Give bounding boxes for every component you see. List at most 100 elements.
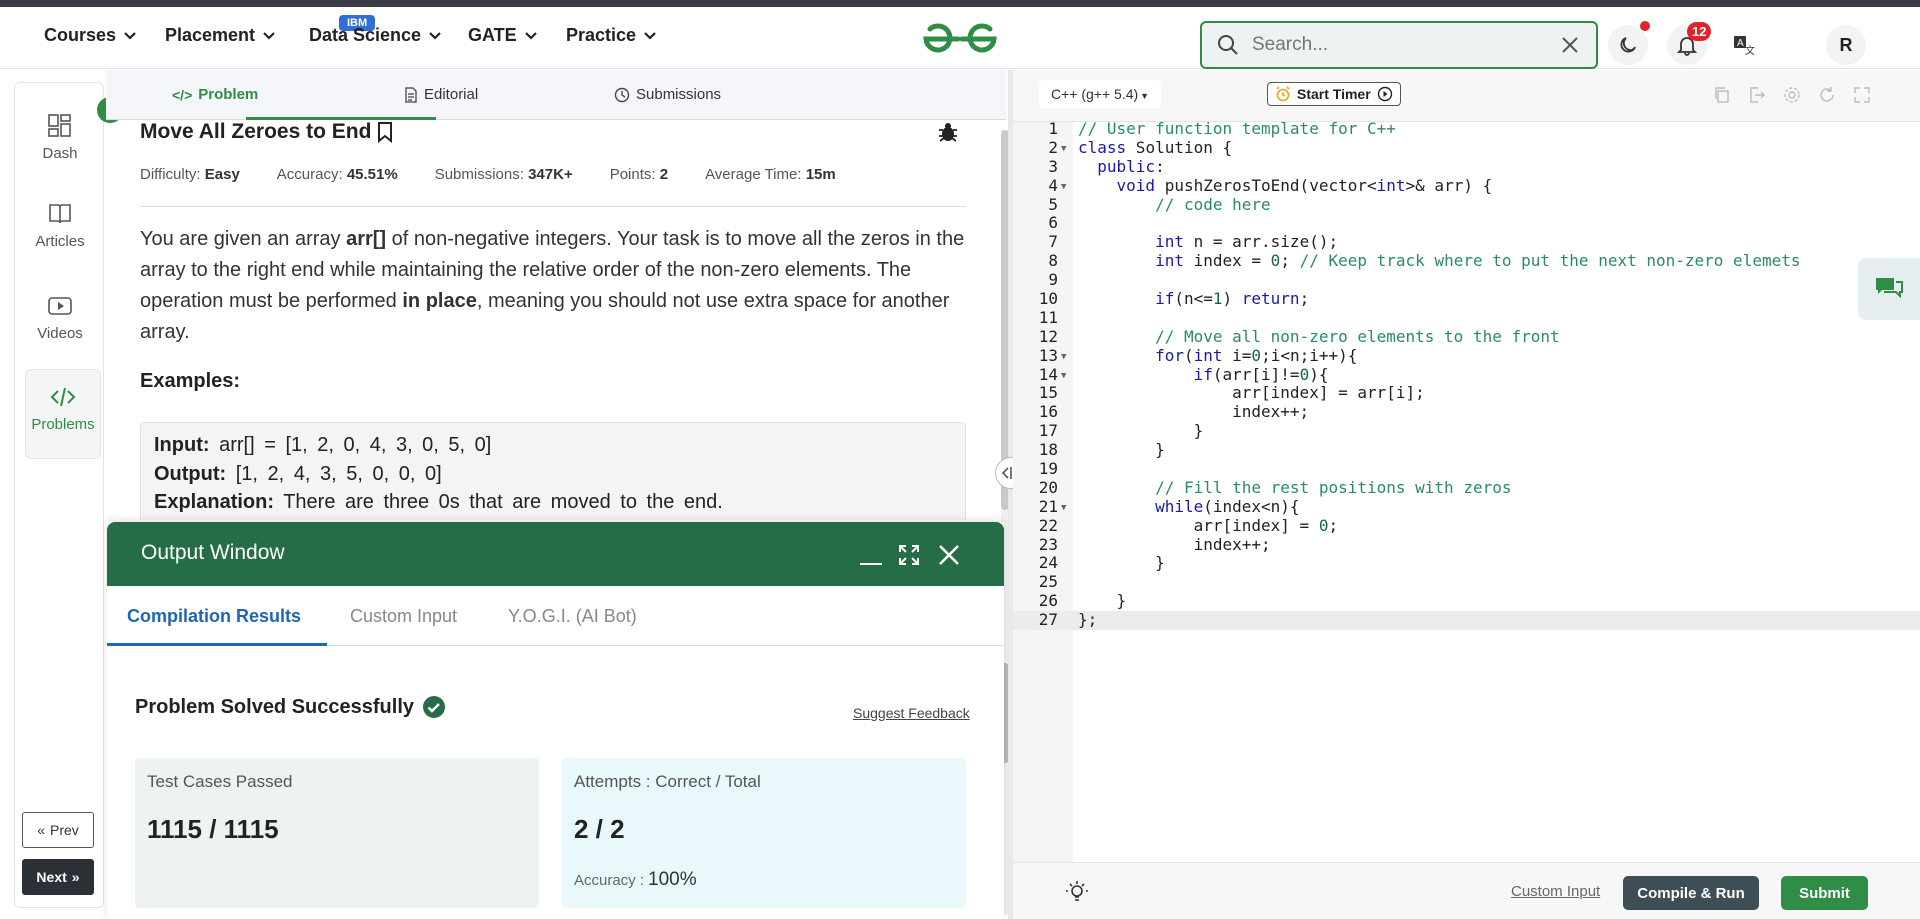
clear-search-icon[interactable] xyxy=(1560,35,1580,55)
timer-label: Start Timer xyxy=(1297,86,1371,102)
code-line[interactable]: 24 } xyxy=(1013,554,1920,573)
code-line[interactable]: 12 // Move all non-zero elements to the … xyxy=(1013,327,1920,347)
code-line[interactable]: 14 ▼ if(arr[i]!=0){ xyxy=(1013,365,1920,386)
nav-practice[interactable]: Practice xyxy=(566,25,656,46)
line-number: 8 xyxy=(1048,251,1058,271)
code-line[interactable]: 22 arr[index] = 0; xyxy=(1013,515,1920,536)
code-line[interactable]: 10 if(n<=1) return; xyxy=(1013,289,1920,309)
line-number: 23 xyxy=(1038,534,1058,554)
sidebar-item-articles[interactable]: Articles xyxy=(15,201,105,250)
example-label: Explanation: xyxy=(154,491,275,513)
nav-placement[interactable]: Placement xyxy=(165,25,275,46)
fold-arrow-icon[interactable]: ▼ xyxy=(1061,178,1066,197)
attempts-card: Attempts : Correct / Total 2 / 2 Accurac… xyxy=(562,758,966,908)
line-number: 15 xyxy=(1038,383,1058,403)
code-line[interactable]: 4 ▼ void pushZerosToEnd(vector<int>& arr)… xyxy=(1013,176,1920,197)
tab-submissions[interactable]: Submissions xyxy=(614,86,721,103)
notification-count: 12 xyxy=(1687,22,1712,41)
reset-icon[interactable] xyxy=(1818,86,1836,104)
dark-mode-toggle[interactable] xyxy=(1608,25,1648,65)
code-line[interactable]: 25 xyxy=(1013,572,1920,592)
example-label: Input: xyxy=(154,434,210,456)
fold-arrow-icon[interactable]: ▼ xyxy=(1061,140,1066,159)
sidebar-item-problems[interactable]: Problems xyxy=(25,369,101,459)
tab-custom-input[interactable]: Custom Input xyxy=(350,606,457,627)
code-line[interactable]: 2 ▼ class Solution { xyxy=(1013,138,1920,159)
code-editor[interactable]: 1// User function template for C++ 2 ▼ clas… xyxy=(1013,119,1920,862)
meta-points: Points: 2 xyxy=(610,166,668,183)
compile-run-button[interactable]: Compile & Run xyxy=(1623,876,1759,910)
meta-average-time: Average Time: 15m xyxy=(705,166,836,183)
line-number: 20 xyxy=(1038,477,1058,497)
line-text: } xyxy=(1078,553,1165,573)
start-timer-button[interactable]: Start Timer xyxy=(1267,82,1401,106)
problem-meta: Difficulty: Easy Accuracy: 45.51% Submis… xyxy=(140,166,836,183)
search-input[interactable] xyxy=(1252,34,1552,56)
code-line[interactable]: 11 xyxy=(1013,308,1920,328)
suggest-feedback-link[interactable]: Suggest Feedback xyxy=(853,705,970,721)
lightbulb-icon[interactable] xyxy=(1065,880,1089,904)
sidebar-label: Videos xyxy=(37,325,83,342)
code-line[interactable]: 17 } xyxy=(1013,421,1920,441)
meta-value: 45.51% xyxy=(346,166,398,183)
tab-yogi-ai-bot[interactable]: Y.O.G.I. (AI Bot) xyxy=(508,606,637,627)
line-number: 27 xyxy=(1038,610,1058,630)
nav-data-science[interactable]: Data Science xyxy=(309,25,441,46)
minimize-icon[interactable] xyxy=(859,546,883,566)
code-line[interactable]: 18 } xyxy=(1013,440,1920,460)
code-line[interactable]: 8 int index = 0; // Keep track where to … xyxy=(1013,251,1920,271)
examples-heading: Examples: xyxy=(140,370,241,392)
export-icon[interactable] xyxy=(1748,86,1766,104)
code-line[interactable]: 13 ▼ for(int i=0;i<n;i++){ xyxy=(1013,346,1920,367)
tab-problem[interactable]: </> Problem xyxy=(172,86,258,103)
settings-icon[interactable] xyxy=(1783,86,1801,104)
line-number: 22 xyxy=(1038,515,1058,535)
code-line[interactable]: 7 int n = arr.size(); xyxy=(1013,232,1920,252)
maximize-icon[interactable] xyxy=(898,544,920,566)
close-icon[interactable] xyxy=(938,544,960,566)
translate-button[interactable]: A文 xyxy=(1724,25,1764,65)
code-line[interactable]: 5 // code here xyxy=(1013,195,1920,215)
bug-report-icon[interactable] xyxy=(936,120,960,144)
line-number: 25 xyxy=(1038,572,1058,592)
submit-button[interactable]: Submit xyxy=(1781,876,1868,910)
user-avatar[interactable]: R xyxy=(1826,25,1866,65)
next-button[interactable]: Next» xyxy=(22,859,94,895)
fold-arrow-icon[interactable]: ▼ xyxy=(1061,348,1066,367)
tab-compilation-results[interactable]: Compilation Results xyxy=(127,606,301,627)
code-line[interactable]: 20 // Fill the rest positions with zeros xyxy=(1013,477,1920,498)
prev-button[interactable]: « Prev xyxy=(22,812,94,848)
code-line[interactable]: 6 xyxy=(1013,214,1920,233)
meta-value: Easy xyxy=(204,166,240,183)
meta-value: 2 xyxy=(659,166,669,183)
code-line[interactable]: 23 index++; xyxy=(1013,534,1920,555)
fullscreen-icon[interactable] xyxy=(1853,86,1871,104)
code-line[interactable]: 3 public: xyxy=(1013,157,1920,177)
chat-button[interactable] xyxy=(1858,258,1920,320)
fold-arrow-icon[interactable]: ▼ xyxy=(1061,499,1066,518)
code-line[interactable]: 9 xyxy=(1013,270,1920,290)
meta-value: 347K+ xyxy=(528,166,573,183)
code-line[interactable]: 26 } xyxy=(1013,591,1920,611)
code-line[interactable]: 21 ▼ while(index<n){ xyxy=(1013,497,1920,518)
code-line[interactable]: 27}; xyxy=(1013,610,1920,631)
nav-gate[interactable]: GATE xyxy=(468,25,537,46)
language-value: C++ (g++ 5.4) xyxy=(1051,86,1139,102)
bookmark-icon[interactable] xyxy=(375,121,395,143)
code-line[interactable]: 1 // User function template for C++ xyxy=(1013,119,1920,139)
fold-arrow-icon[interactable]: ▼ xyxy=(1061,367,1066,386)
custom-input-link[interactable]: Custom Input xyxy=(1511,883,1600,900)
code-line[interactable]: 15 arr[index] = arr[i]; xyxy=(1013,384,1920,403)
search-box[interactable] xyxy=(1200,21,1598,69)
sidebar-item-videos[interactable]: Videos xyxy=(15,293,105,342)
chevron-down-icon xyxy=(644,31,656,40)
sidebar-item-dash[interactable]: Dash xyxy=(15,113,105,162)
code-line[interactable]: 19 xyxy=(1013,459,1920,479)
gfg-logo[interactable] xyxy=(920,21,1000,57)
desc-bold: arr[] xyxy=(346,228,387,250)
copy-icon[interactable] xyxy=(1713,86,1731,104)
language-select[interactable]: C++ (g++ 5.4) ▼ xyxy=(1039,80,1162,108)
nav-courses[interactable]: Courses xyxy=(44,25,136,46)
tab-editorial[interactable]: Editorial xyxy=(404,86,478,103)
code-line[interactable]: 16 index++; xyxy=(1013,402,1920,422)
